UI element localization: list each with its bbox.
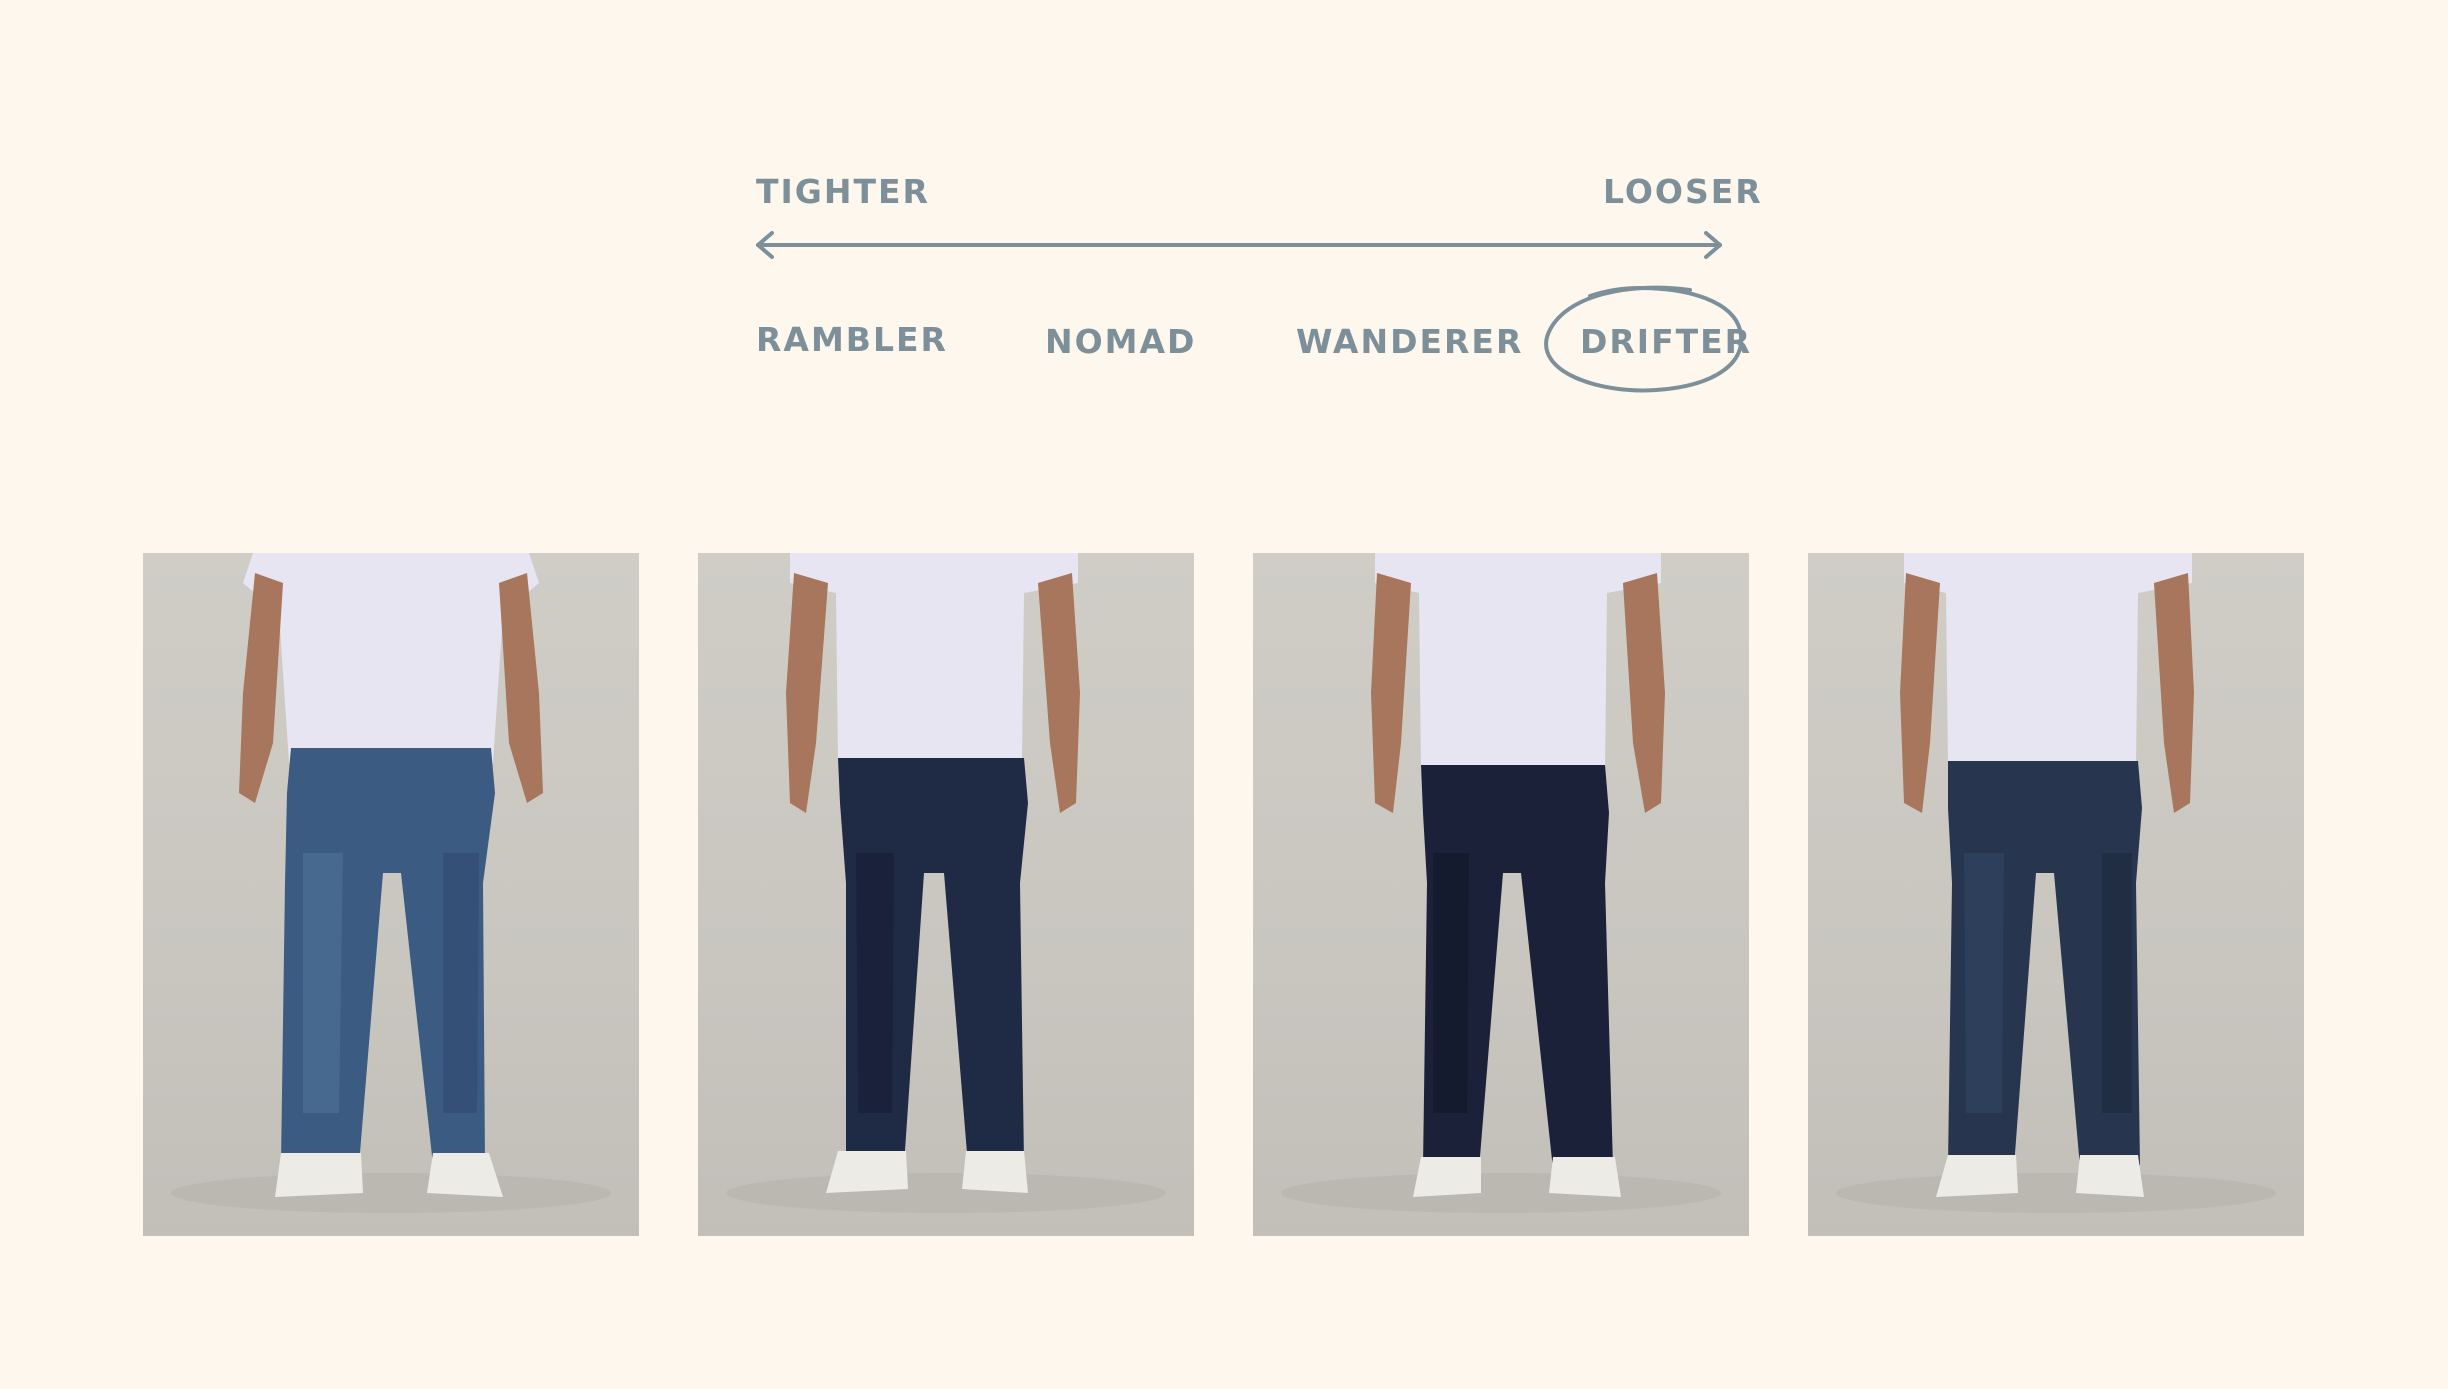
drifter-fit-photo[interactable] (1808, 553, 2304, 1236)
fit-tab-rambler[interactable]: RAMBLER (756, 320, 948, 360)
model-figure (726, 553, 1166, 1213)
model-figure (1281, 553, 1721, 1213)
model-figure (1836, 553, 2276, 1213)
fit-tab-nomad[interactable]: NOMAD (1045, 322, 1196, 362)
fit-tab-wanderer[interactable]: WANDERER (1296, 322, 1523, 362)
tighter-label: TIGHTER (756, 172, 930, 211)
looser-label: LOOSER (1603, 172, 1763, 211)
fit-tab-drifter[interactable]: DRIFTER (1580, 322, 1752, 362)
nomad-fit-photo[interactable] (698, 553, 1194, 1236)
model-figure (171, 553, 611, 1213)
fit-scale-arrow-icon (756, 231, 1722, 259)
wanderer-fit-photo[interactable] (1253, 553, 1749, 1236)
fit-guide: TIGHTER LOOSER RAMBLER NOMAD WANDERER DR… (0, 0, 2448, 1389)
rambler-fit-photo[interactable] (143, 553, 639, 1236)
